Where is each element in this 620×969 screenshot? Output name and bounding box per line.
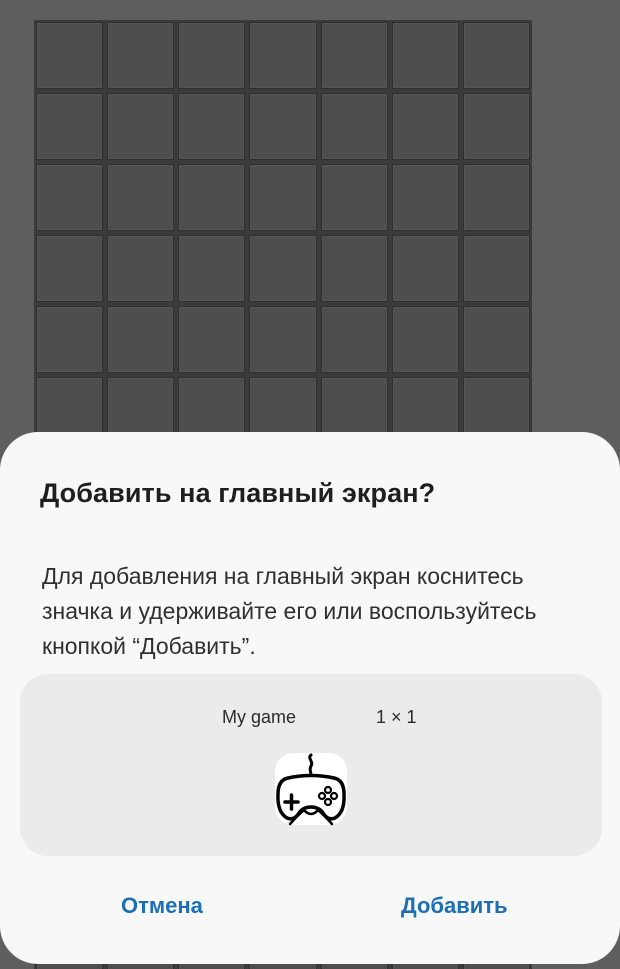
board-tile[interactable] xyxy=(249,22,317,89)
board-tile[interactable] xyxy=(462,306,530,373)
board-tile[interactable] xyxy=(320,164,388,231)
board-tile[interactable] xyxy=(178,22,246,89)
widget-size: 1 × 1 xyxy=(376,707,417,727)
board-tile[interactable] xyxy=(36,235,104,302)
board-tile[interactable] xyxy=(178,93,246,160)
board-tile[interactable] xyxy=(320,93,388,160)
board-tile[interactable] xyxy=(462,164,530,231)
board-tile[interactable] xyxy=(462,235,530,302)
board-tile[interactable] xyxy=(178,235,246,302)
board-tile[interactable] xyxy=(178,164,246,231)
board-tile[interactable] xyxy=(320,306,388,373)
board-tile[interactable] xyxy=(391,164,459,231)
board-tile[interactable] xyxy=(249,164,317,231)
board-tile[interactable] xyxy=(36,164,104,231)
board-tile[interactable] xyxy=(391,235,459,302)
board-tile[interactable] xyxy=(107,306,175,373)
board-tile[interactable] xyxy=(178,306,246,373)
dialog-title: Добавить на главный экран? xyxy=(40,478,436,508)
board-tile[interactable] xyxy=(36,22,104,89)
board-tile[interactable] xyxy=(36,93,104,160)
board-tile[interactable] xyxy=(391,93,459,160)
board-tile[interactable] xyxy=(320,235,388,302)
board-tile[interactable] xyxy=(107,235,175,302)
board-tile[interactable] xyxy=(391,22,459,89)
board-tile[interactable] xyxy=(107,93,175,160)
board-tile[interactable] xyxy=(249,306,317,373)
board-tile[interactable] xyxy=(249,235,317,302)
board-tile[interactable] xyxy=(107,164,175,231)
board-tile[interactable] xyxy=(249,93,317,160)
widget-preview-card[interactable]: My game 1 × 1 xyxy=(20,674,602,856)
cancel-button[interactable]: Отмена xyxy=(121,893,203,919)
widget-name: My game xyxy=(222,707,297,727)
board-tile[interactable] xyxy=(391,306,459,373)
board-tile[interactable] xyxy=(36,306,104,373)
board-tile[interactable] xyxy=(462,93,530,160)
board-tile[interactable] xyxy=(320,22,388,89)
gamepad-icon[interactable] xyxy=(274,752,348,826)
add-button[interactable]: Добавить xyxy=(401,893,508,919)
board-tile[interactable] xyxy=(107,22,175,89)
board-tile[interactable] xyxy=(462,22,530,89)
dialog-message: Для добавления на главный экран коснитес… xyxy=(42,563,537,659)
add-to-home-dialog: Добавить на главный экран? Для добавлени… xyxy=(0,432,620,964)
